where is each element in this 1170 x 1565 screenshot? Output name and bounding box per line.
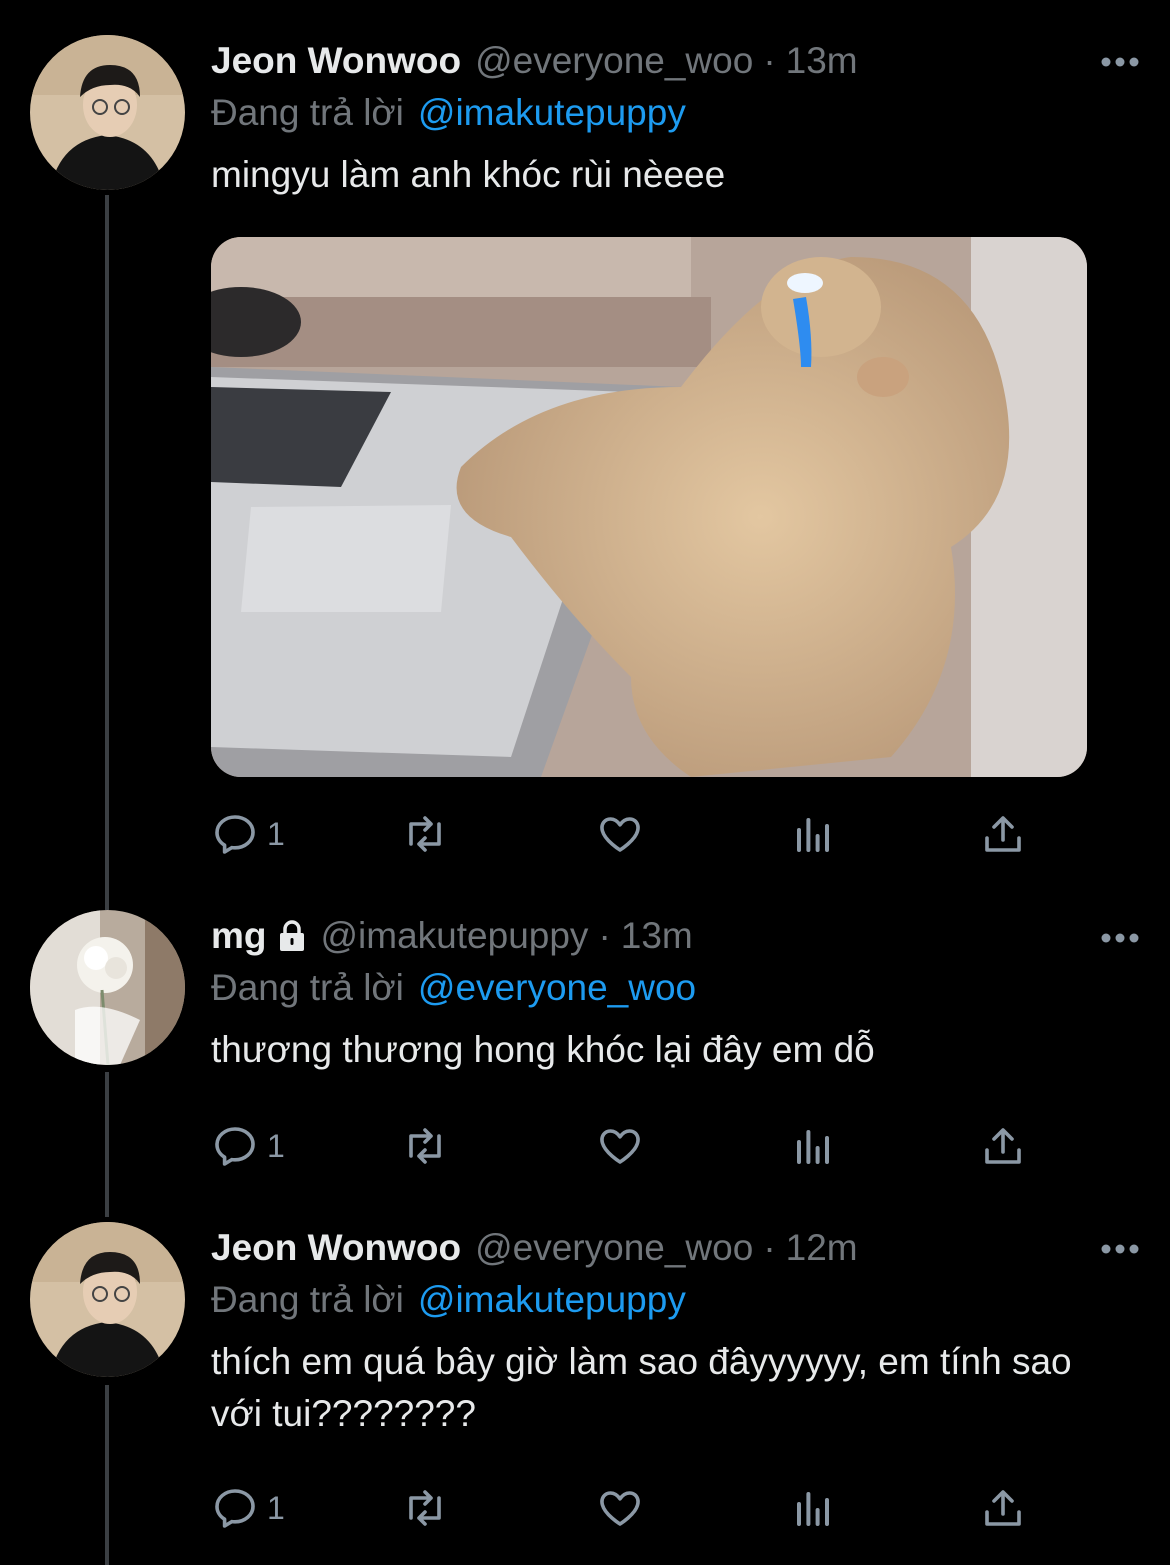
user-handle[interactable]: @everyone_woo (475, 1227, 753, 1269)
share-button[interactable] (979, 804, 1027, 864)
like-button[interactable] (596, 804, 644, 864)
analytics-icon (797, 1492, 829, 1526)
share-button[interactable] (979, 1478, 1027, 1538)
reply-icon (215, 1127, 255, 1166)
reply-count: 1 (267, 1489, 285, 1526)
like-button[interactable] (596, 1478, 644, 1538)
heart-icon (600, 1129, 640, 1164)
user-handle[interactable]: @imakutepuppy (321, 915, 589, 957)
retweet-icon (409, 816, 441, 852)
analytics-icon (797, 1130, 829, 1164)
tweet-header: mg @imakutepuppy · 13m (211, 910, 1130, 962)
replying-to-label: Đang trả lời (211, 967, 404, 1008)
tweet[interactable]: mg @imakutepuppy · 13m Đang trả lời @eve… (0, 880, 1170, 1190)
user-handle[interactable]: @everyone_woo (475, 40, 753, 82)
avatar[interactable] (30, 910, 185, 1065)
tweet-text: thích em quá bây giờ làm sao đâyyyyyy, e… (211, 1341, 1072, 1434)
tweet[interactable]: Jeon Wonwoo @everyone_woo · 12m Đang trả… (0, 1190, 1170, 1565)
tweet-header: Jeon Wonwoo @everyone_woo · 13m (211, 35, 1130, 87)
views-button[interactable] (789, 1478, 837, 1538)
share-icon (985, 1128, 1021, 1164)
share-icon (985, 1490, 1021, 1526)
reply-mention-link[interactable]: @imakutepuppy (418, 1279, 686, 1321)
tweet[interactable]: Jeon Wonwoo @everyone_woo · 13m Đang trả… (0, 0, 1170, 880)
share-icon (985, 816, 1021, 852)
share-button[interactable] (979, 1116, 1027, 1176)
views-button[interactable] (789, 1116, 837, 1176)
reply-count: 1 (267, 1127, 285, 1164)
separator: · (763, 1227, 776, 1268)
replying-to-label: Đang trả lời (211, 92, 404, 133)
more-icon[interactable] (1100, 55, 1140, 69)
tweet-text: thương thương hong khóc lại đây em dỗ (211, 1029, 875, 1070)
tweet-text: mingyu làm anh khóc rùi nèeee (211, 154, 726, 195)
retweet-button[interactable] (401, 804, 449, 864)
reply-mention-link[interactable]: @imakutepuppy (418, 92, 686, 134)
retweet-icon (409, 1128, 441, 1164)
replying-to: Đang trả lời @everyone_woo (211, 962, 1130, 1014)
retweet-button[interactable] (401, 1478, 449, 1538)
display-name[interactable]: Jeon Wonwoo (211, 40, 461, 82)
separator: · (763, 40, 776, 81)
avatar[interactable] (30, 1222, 185, 1377)
replying-to-label: Đang trả lời (211, 1279, 404, 1320)
reply-button[interactable]: 1 (211, 1478, 285, 1538)
lock-icon (279, 920, 304, 951)
avatar[interactable] (30, 35, 185, 190)
reply-button[interactable]: 1 (211, 1116, 285, 1176)
more-icon[interactable] (1100, 931, 1140, 945)
heart-icon (600, 817, 640, 852)
retweet-button[interactable] (401, 1116, 449, 1176)
timestamp[interactable]: 13m (786, 40, 858, 82)
timestamp[interactable]: 13m (621, 915, 693, 957)
display-name[interactable]: mg (211, 915, 267, 957)
views-button[interactable] (789, 804, 837, 864)
tweet-actions: 1 (211, 1116, 1041, 1176)
reply-count: 1 (267, 815, 285, 852)
tweet-media-image[interactable] (211, 237, 1087, 777)
tweet-header: Jeon Wonwoo @everyone_woo · 12m (211, 1222, 1130, 1274)
analytics-icon (797, 818, 829, 852)
like-button[interactable] (596, 1116, 644, 1176)
replying-to: Đang trả lời @imakutepuppy (211, 87, 1130, 139)
heart-icon (600, 1491, 640, 1526)
more-icon[interactable] (1100, 1242, 1140, 1256)
reply-button[interactable]: 1 (211, 804, 285, 864)
reply-icon (215, 815, 255, 854)
timestamp[interactable]: 12m (786, 1227, 858, 1269)
tweet-actions: 1 (211, 804, 1041, 864)
display-name[interactable]: Jeon Wonwoo (211, 1227, 461, 1269)
separator: · (598, 915, 611, 956)
tweet-actions: 1 (211, 1478, 1041, 1538)
retweet-icon (409, 1490, 441, 1526)
reply-mention-link[interactable]: @everyone_woo (418, 967, 696, 1009)
reply-icon (215, 1489, 255, 1528)
replying-to: Đang trả lời @imakutepuppy (211, 1274, 1130, 1326)
